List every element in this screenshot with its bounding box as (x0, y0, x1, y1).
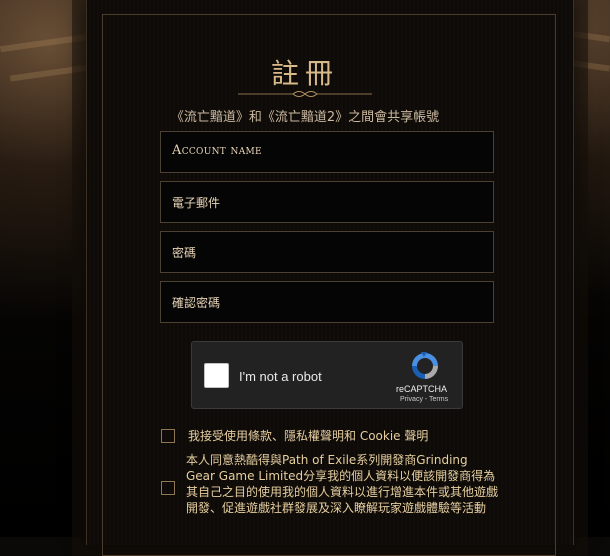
recaptcha-logo-icon (412, 352, 438, 379)
consent-checkbox[interactable] (161, 481, 175, 495)
background-plank (0, 33, 90, 53)
confirm-password-placeholder: 確認密碼 (172, 296, 221, 310)
account-name-placeholder: Account name (172, 143, 262, 158)
consent-label: 本人同意熱酷得與Path of Exile系列開發商Grinding Gear … (186, 453, 499, 515)
password-input[interactable]: 密碼 (160, 231, 494, 273)
title-ornament-icon (238, 91, 372, 97)
recaptcha-label: I'm not a robot (239, 369, 322, 384)
email-input[interactable]: 電子郵件 (160, 181, 494, 223)
recaptcha-widget: I'm not a robot reCAPTCHA Privacy - Term… (191, 341, 463, 409)
account-name-input[interactable]: Account name (160, 131, 494, 173)
page-subtitle: 《流亡黯道》和《流亡黯道2》之間會共享帳號 (170, 110, 440, 125)
recaptcha-checkbox[interactable] (204, 363, 229, 388)
terms-checkbox[interactable] (161, 429, 175, 443)
recaptcha-brand: reCAPTCHA (396, 384, 448, 394)
password-placeholder: 密碼 (172, 246, 197, 260)
email-placeholder: 電子郵件 (172, 196, 221, 210)
page-title: 註冊 (270, 57, 339, 90)
confirm-password-input[interactable]: 確認密碼 (160, 281, 494, 323)
recaptcha-links[interactable]: Privacy - Terms (400, 396, 448, 403)
terms-label: 我接受使用條款、隱私權聲明和 Cookie 聲明 (188, 429, 429, 443)
